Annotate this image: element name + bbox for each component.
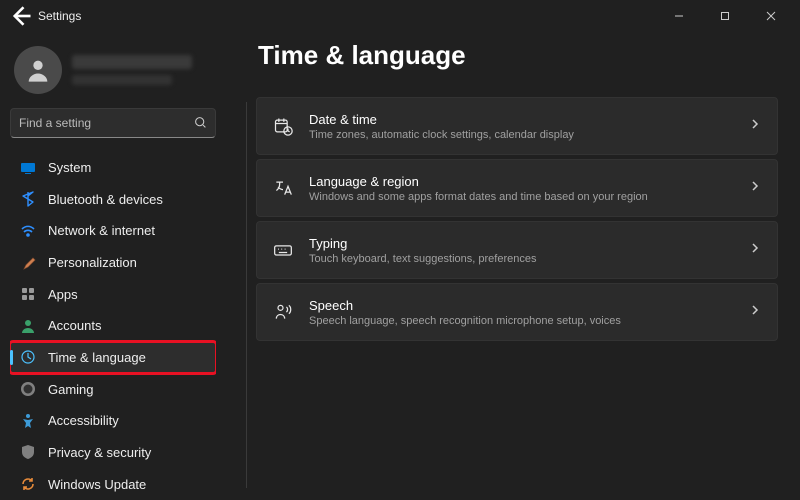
sidebar: System Bluetooth & devices Network & int… bbox=[0, 32, 226, 500]
nav-label: Time & language bbox=[48, 350, 146, 365]
chevron-right-icon bbox=[749, 303, 761, 321]
card-list: Date & time Time zones, automatic clock … bbox=[256, 97, 778, 341]
search-icon bbox=[194, 116, 207, 129]
nav-label: Personalization bbox=[48, 255, 137, 270]
avatar bbox=[14, 46, 62, 94]
card-title: Speech bbox=[309, 298, 733, 313]
chevron-right-icon bbox=[749, 241, 761, 259]
user-section[interactable] bbox=[10, 42, 216, 108]
search-input[interactable] bbox=[19, 116, 194, 130]
nav-label: Apps bbox=[48, 287, 78, 302]
app-title: Settings bbox=[38, 9, 81, 23]
card-subtitle: Speech language, speech recognition micr… bbox=[309, 315, 733, 327]
card-subtitle: Time zones, automatic clock settings, ca… bbox=[309, 129, 733, 141]
search-box[interactable] bbox=[10, 108, 216, 138]
calendar-clock-icon bbox=[273, 116, 293, 136]
nav-label: Privacy & security bbox=[48, 445, 151, 460]
language-icon bbox=[273, 178, 293, 198]
minimize-button[interactable] bbox=[656, 0, 702, 32]
sidebar-item-network[interactable]: Network & internet bbox=[10, 215, 216, 247]
nav-label: Gaming bbox=[48, 382, 94, 397]
card-title: Typing bbox=[309, 236, 733, 251]
card-title: Date & time bbox=[309, 112, 733, 127]
chevron-right-icon bbox=[749, 117, 761, 135]
chevron-right-icon bbox=[749, 179, 761, 197]
nav-label: Bluetooth & devices bbox=[48, 192, 163, 207]
sidebar-item-bluetooth[interactable]: Bluetooth & devices bbox=[10, 183, 216, 215]
sidebar-item-accessibility[interactable]: Accessibility bbox=[10, 405, 216, 437]
page-title: Time & language bbox=[258, 40, 778, 71]
wifi-icon bbox=[20, 223, 36, 239]
globe-clock-icon bbox=[20, 349, 36, 365]
sidebar-item-system[interactable]: System bbox=[10, 152, 216, 184]
card-language-region[interactable]: Language & region Windows and some apps … bbox=[256, 159, 778, 217]
card-subtitle: Touch keyboard, text suggestions, prefer… bbox=[309, 253, 733, 265]
titlebar: Settings bbox=[0, 0, 800, 32]
apps-icon bbox=[20, 286, 36, 302]
nav-list: System Bluetooth & devices Network & int… bbox=[10, 152, 216, 500]
nav-label: Accessibility bbox=[48, 413, 119, 428]
gaming-icon bbox=[20, 381, 36, 397]
sidebar-item-apps[interactable]: Apps bbox=[10, 278, 216, 310]
user-name-redacted bbox=[72, 55, 192, 69]
speech-icon bbox=[273, 302, 293, 322]
shield-icon bbox=[20, 444, 36, 460]
keyboard-icon bbox=[273, 240, 293, 260]
sidebar-item-time-language[interactable]: Time & language bbox=[10, 342, 216, 374]
nav-label: System bbox=[48, 160, 91, 175]
content-divider bbox=[246, 102, 247, 488]
card-title: Language & region bbox=[309, 174, 733, 189]
accessibility-icon bbox=[20, 413, 36, 429]
user-email-redacted bbox=[72, 75, 172, 85]
card-date-time[interactable]: Date & time Time zones, automatic clock … bbox=[256, 97, 778, 155]
nav-label: Network & internet bbox=[48, 223, 155, 238]
back-button[interactable] bbox=[6, 2, 34, 30]
display-icon bbox=[20, 160, 36, 176]
sidebar-item-personalization[interactable]: Personalization bbox=[10, 247, 216, 279]
sidebar-item-gaming[interactable]: Gaming bbox=[10, 373, 216, 405]
nav-label: Accounts bbox=[48, 318, 101, 333]
nav-label: Windows Update bbox=[48, 477, 146, 492]
bluetooth-icon bbox=[20, 191, 36, 207]
update-icon bbox=[20, 476, 36, 492]
sidebar-item-privacy[interactable]: Privacy & security bbox=[10, 437, 216, 469]
brush-icon bbox=[20, 255, 36, 271]
sidebar-item-accounts[interactable]: Accounts bbox=[10, 310, 216, 342]
content-pane: Time & language Date & time Time zones, … bbox=[226, 32, 800, 500]
sidebar-item-update[interactable]: Windows Update bbox=[10, 468, 216, 500]
card-typing[interactable]: Typing Touch keyboard, text suggestions,… bbox=[256, 221, 778, 279]
person-icon bbox=[20, 318, 36, 334]
card-subtitle: Windows and some apps format dates and t… bbox=[309, 191, 733, 203]
close-button[interactable] bbox=[748, 0, 794, 32]
card-speech[interactable]: Speech Speech language, speech recogniti… bbox=[256, 283, 778, 341]
maximize-button[interactable] bbox=[702, 0, 748, 32]
